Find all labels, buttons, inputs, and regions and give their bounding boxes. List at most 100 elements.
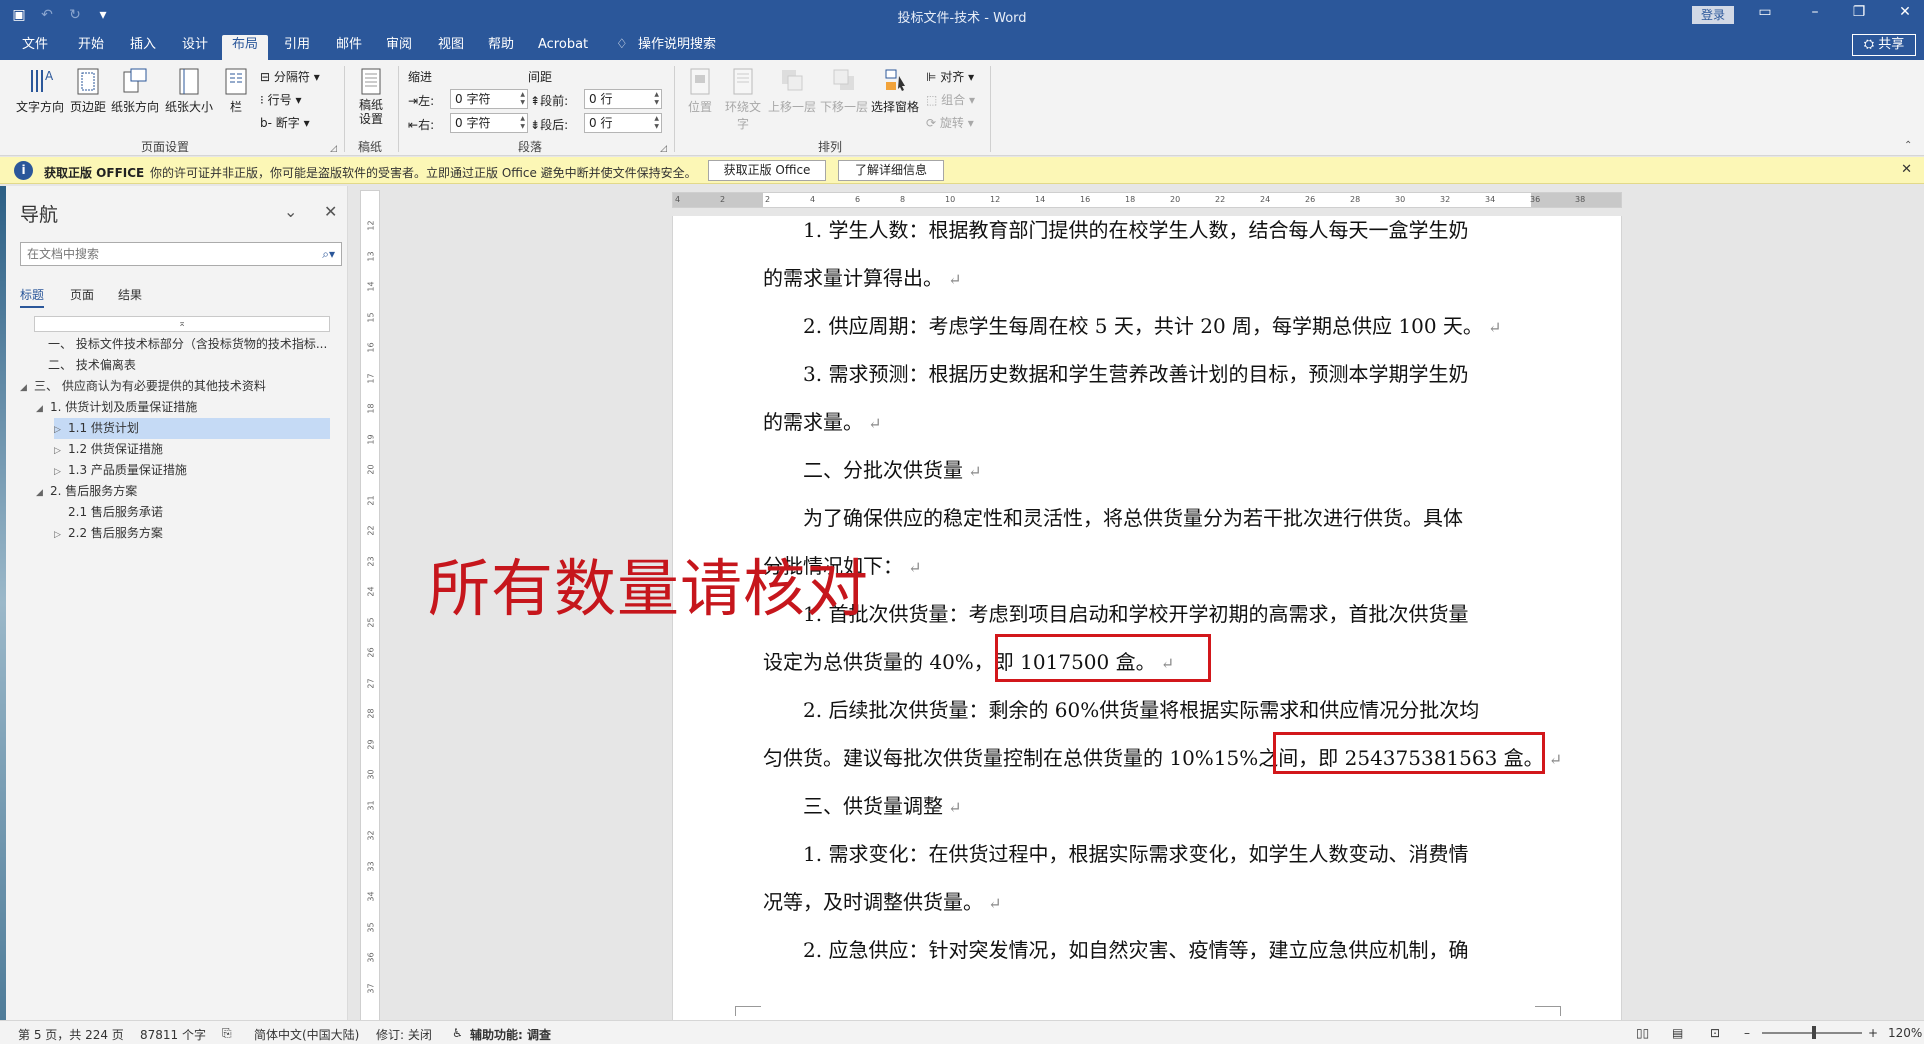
document-line[interactable]: 二、分批次供货量 ↵ [803, 454, 982, 483]
document-line[interactable]: 2. 应急供应：针对突发情况，如自然灾害、疫情等，建立应急供应机制，确 [803, 934, 1468, 963]
learn-more-button[interactable]: 了解详细信息 [838, 160, 944, 181]
nav-heading-item[interactable]: ▷ 2.2 售后服务方案 [54, 523, 163, 544]
search-icon[interactable]: ⌕▾ [322, 243, 335, 265]
word-count[interactable]: 87811 个字 [140, 1026, 206, 1043]
nav-heading-item[interactable]: 2.1 售后服务承诺 [54, 502, 163, 523]
page-setup-launcher-icon[interactable]: ◿ [330, 144, 337, 154]
nav-heading-item[interactable]: ▷ 1.3 产品质量保证措施 [54, 460, 187, 481]
collapse-arrow-icon[interactable]: ▷ [54, 525, 68, 546]
wrap-text-button[interactable]: 环绕文字 [720, 66, 766, 132]
rotate-button[interactable]: ⟳ 旋转 ▾ [926, 114, 974, 131]
paragraph-launcher-icon[interactable]: ◿ [660, 144, 667, 154]
collapse-ribbon-icon[interactable]: ⌃ [1904, 140, 1912, 151]
nav-heading-item[interactable]: ▷ 1.2 供货保证措施 [54, 439, 163, 460]
get-genuine-button[interactable]: 获取正版 Office [708, 160, 826, 181]
align-button[interactable]: ⊫ 对齐 ▾ [926, 68, 974, 85]
group-button[interactable]: ⬚ 组合 ▾ [926, 91, 975, 108]
collapse-arrow-icon[interactable]: ▷ [54, 441, 68, 462]
document-line[interactable]: 3. 需求预测：根据历史数据和学生营养改善计划的目标，预测本学期学生奶 [803, 358, 1468, 387]
tab-mailings[interactable]: 邮件 [326, 35, 372, 60]
tab-review[interactable]: 审阅 [376, 35, 422, 60]
expand-arrow-icon[interactable]: ◢ [36, 483, 50, 504]
nav-heading-item[interactable]: 二、 技术偏离表 [34, 355, 136, 376]
restore-icon[interactable]: ❐ [1844, 4, 1874, 20]
web-layout-icon[interactable]: ⊡ [1710, 1026, 1720, 1040]
minimize-icon[interactable]: – [1800, 4, 1830, 20]
page-count[interactable]: 第 5 页，共 224 页 [18, 1026, 124, 1043]
collapse-all-icon[interactable]: ⌅ [34, 316, 330, 332]
bring-forward-button[interactable]: 上移一层 [766, 66, 818, 115]
collapse-arrow-icon[interactable]: ▷ [54, 420, 68, 441]
selection-pane-button[interactable]: 选择窗格 [870, 66, 920, 115]
zoom-slider-thumb[interactable] [1812, 1026, 1816, 1039]
horizontal-ruler[interactable]: 4 2 2 4 6 8 10 12 14 16 18 20 22 24 26 28 30 32 34 36 38 [672, 192, 1622, 208]
expand-arrow-icon[interactable]: ◢ [36, 399, 50, 420]
tab-file[interactable]: 文件 [12, 35, 58, 60]
tab-layout[interactable]: 布局 [222, 35, 269, 60]
expand-arrow-icon[interactable]: ◢ [20, 378, 34, 399]
close-nav-icon[interactable]: ✕ [324, 202, 337, 221]
proofing-icon[interactable]: ⎘ [222, 1026, 232, 1041]
tab-headings[interactable]: 标题 [20, 286, 45, 308]
print-layout-icon[interactable]: ▤ [1672, 1026, 1683, 1040]
tab-acrobat[interactable]: Acrobat [528, 35, 598, 60]
track-changes[interactable]: 修订: 关闭 [376, 1026, 432, 1043]
document-line[interactable]: 况等，及时调整供货量。 ↵ [763, 886, 1002, 915]
close-icon[interactable]: ✕ [1890, 4, 1920, 20]
nav-heading-item[interactable]: 一、 投标文件技术标部分（含投标货物的技术指标... [34, 334, 327, 355]
zoom-in-icon[interactable]: + [1868, 1026, 1878, 1040]
collapse-arrow-icon[interactable]: ▷ [54, 462, 68, 483]
ruler-tick-label: 2 [720, 195, 726, 204]
size-button[interactable]: 纸张大小 [164, 66, 214, 115]
orientation-button[interactable]: 纸张方向 [110, 66, 160, 115]
nav-heading-item[interactable]: ◢ 三、 供应商认为有必要提供的其他技术资料 [20, 376, 266, 397]
tab-home[interactable]: 开始 [68, 35, 114, 60]
document-line[interactable]: 的需求量计算得出。 ↵ [763, 262, 962, 291]
tab-pages[interactable]: 页面 [70, 286, 94, 303]
send-backward-button[interactable]: 下移一层 [818, 66, 870, 115]
nav-search-input[interactable]: 在文档中搜索 ⌕▾ [20, 242, 342, 266]
zoom-level[interactable]: 120% [1888, 1026, 1922, 1040]
zoom-out-icon[interactable]: – [1744, 1026, 1750, 1040]
chevron-down-icon[interactable]: ⌄ [284, 202, 297, 221]
text-direction-button[interactable]: A 文字方向 [14, 66, 66, 115]
breaks-button[interactable]: ⊟ 分隔符 ▾ [260, 68, 320, 85]
document-line[interactable]: 1. 需求变化：在供货过程中，根据实际需求变化，如学生人数变动、消费情 [803, 838, 1468, 867]
draft-paper-button[interactable]: 稿纸 设置 [352, 66, 390, 126]
tab-help[interactable]: 帮助 [478, 35, 524, 60]
line-numbers-button[interactable]: ⁝ 行号 ▾ [260, 91, 302, 108]
ribbon-display-icon[interactable]: ▭ [1750, 4, 1780, 20]
spacing-after-input[interactable]: 0 行 [584, 113, 662, 133]
spacing-before-input[interactable]: 0 行 [584, 89, 662, 109]
nav-heading-item-selected[interactable]: ▷ 1.1 供货计划 [54, 418, 330, 439]
document-line[interactable]: 三、供货量调整 ↵ [803, 790, 962, 819]
share-button[interactable]: ⛭ 共享 [1852, 34, 1916, 56]
document-line[interactable]: 1. 学生人数：根据教育部门提供的在校学生人数，结合每人每天一盒学生奶 [803, 216, 1468, 243]
document-line[interactable]: 1. 首批次供货量：考虑到项目启动和学校开学初期的高需求，首批次供货量 [803, 598, 1468, 627]
hyphenation-button[interactable]: b‐ 断字 ▾ [260, 114, 310, 131]
margins-button[interactable]: 页边距 [68, 66, 108, 115]
indent-left-input[interactable]: 0 字符 [450, 89, 528, 109]
accessibility-status[interactable]: 辅助功能: 调查 [470, 1026, 551, 1043]
language[interactable]: 简体中文(中国大陆) [254, 1026, 359, 1043]
nav-heading-label: 1.1 供货计划 [68, 421, 139, 435]
tab-design[interactable]: 设计 [172, 35, 218, 60]
document-line[interactable]: 2. 供应周期：考虑学生每周在校 5 天，共计 20 周，每学期总供应 100 … [803, 310, 1501, 339]
tab-results[interactable]: 结果 [118, 286, 142, 303]
tab-insert[interactable]: 插入 [120, 35, 166, 60]
vertical-ruler[interactable]: 12 13 14 15 16 17 18 19 20 21 22 23 24 25 26 27 28 29 30 31… [360, 190, 380, 1022]
document-line[interactable]: 为了确保供应的稳定性和灵活性，将总供货量分为若干批次进行供货。具体 [803, 502, 1463, 531]
tab-references[interactable]: 引用 [274, 35, 320, 60]
close-message-icon[interactable]: ✕ [1901, 162, 1912, 177]
login-button[interactable]: 登录 [1692, 6, 1734, 24]
columns-button[interactable]: 栏 [222, 66, 250, 115]
tell-me-search[interactable]: 操作说明搜索 [628, 35, 726, 60]
read-mode-icon[interactable]: ▯▯ [1636, 1026, 1649, 1040]
tab-view[interactable]: 视图 [428, 35, 474, 60]
document-line[interactable]: 2. 后续批次供货量：剩余的 60%供货量将根据实际需求和供应情况分批次均 [803, 694, 1479, 723]
nav-heading-item[interactable]: ◢ 1. 供货计划及质量保证措施 [36, 397, 197, 418]
nav-heading-item[interactable]: ◢ 2. 售后服务方案 [36, 481, 137, 502]
indent-right-input[interactable]: 0 字符 [450, 113, 528, 133]
position-button[interactable]: 位置 [682, 66, 718, 115]
document-line[interactable]: 的需求量。 ↵ [763, 406, 882, 435]
